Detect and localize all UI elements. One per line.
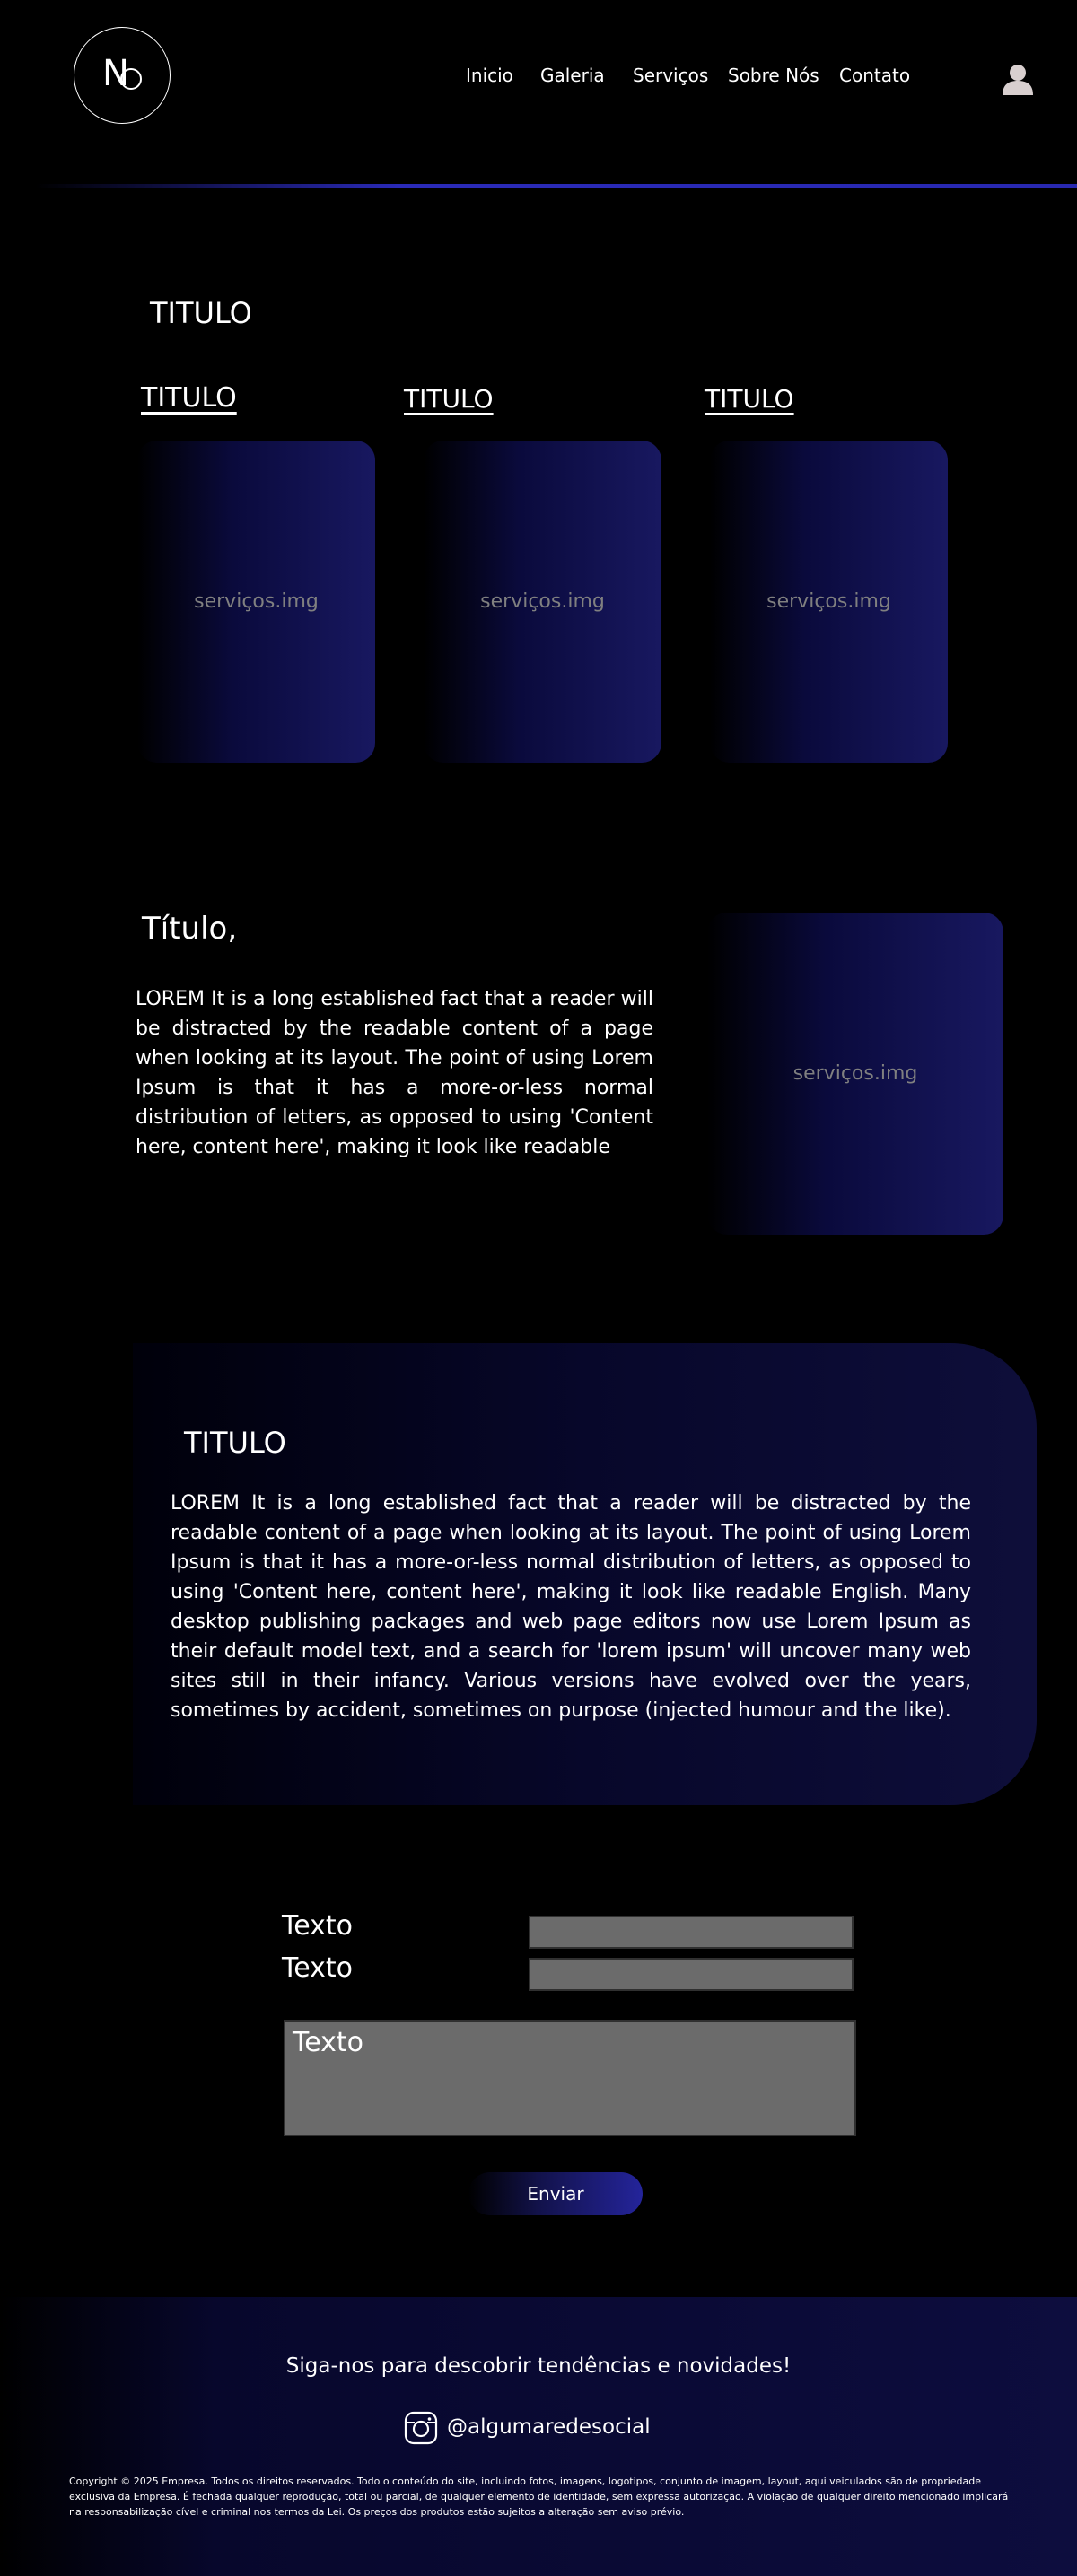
service-image-label: serviços.img (194, 590, 319, 613)
about-image: serviços.img (707, 913, 1003, 1235)
instagram-icon[interactable] (404, 2411, 438, 2445)
logo[interactable]: N (74, 27, 171, 124)
service-image-1: serviços.img (137, 441, 375, 763)
message-textarea[interactable]: Texto (284, 2020, 856, 2136)
footer-follow-text: Siga-nos para descobrir tendências e nov… (285, 2354, 792, 2378)
service-image-label: serviços.img (480, 590, 605, 613)
about-title: Título, (142, 911, 238, 947)
service-title-3[interactable]: TITULO (705, 384, 794, 414)
text-field-2[interactable] (529, 1958, 854, 1991)
nav-item-servicos[interactable]: Serviços (633, 65, 708, 86)
logo-letter-o (120, 68, 142, 90)
service-image-2: serviços.img (424, 441, 661, 763)
info-text: LOREM It is a long established fact that… (171, 1492, 971, 1722)
form-label-1: Texto (282, 1910, 354, 1942)
header-divider (36, 184, 1077, 188)
service-title-2[interactable]: TITULO (404, 384, 494, 414)
nav-item-sobre-nos[interactable]: Sobre Nós (728, 65, 819, 86)
submit-button[interactable]: Enviar (468, 2172, 643, 2215)
info-title: TITULO (184, 1426, 286, 1460)
text-field-1[interactable] (529, 1916, 854, 1949)
nav-item-inicio[interactable]: Inicio (466, 65, 513, 86)
copyright-text: Copyright © 2025 Empresa. Todos os direi… (69, 2476, 1009, 2518)
user-icon[interactable] (1000, 63, 1036, 95)
form-label-2: Texto (282, 1952, 354, 1984)
service-image-label: serviços.img (766, 590, 891, 613)
about-text: LOREM It is a long established fact that… (136, 988, 653, 1158)
social-handle-link[interactable]: @algumaredesocial (447, 2415, 651, 2439)
services-section-title: TITULO (150, 296, 252, 330)
nav-item-contato[interactable]: Contato (839, 65, 910, 86)
about-image-label: serviços.img (792, 1062, 918, 1085)
nav-item-galeria[interactable]: Galeria (540, 65, 605, 86)
service-image-3: serviços.img (710, 441, 948, 763)
service-title-1[interactable]: TITULO (141, 382, 237, 414)
